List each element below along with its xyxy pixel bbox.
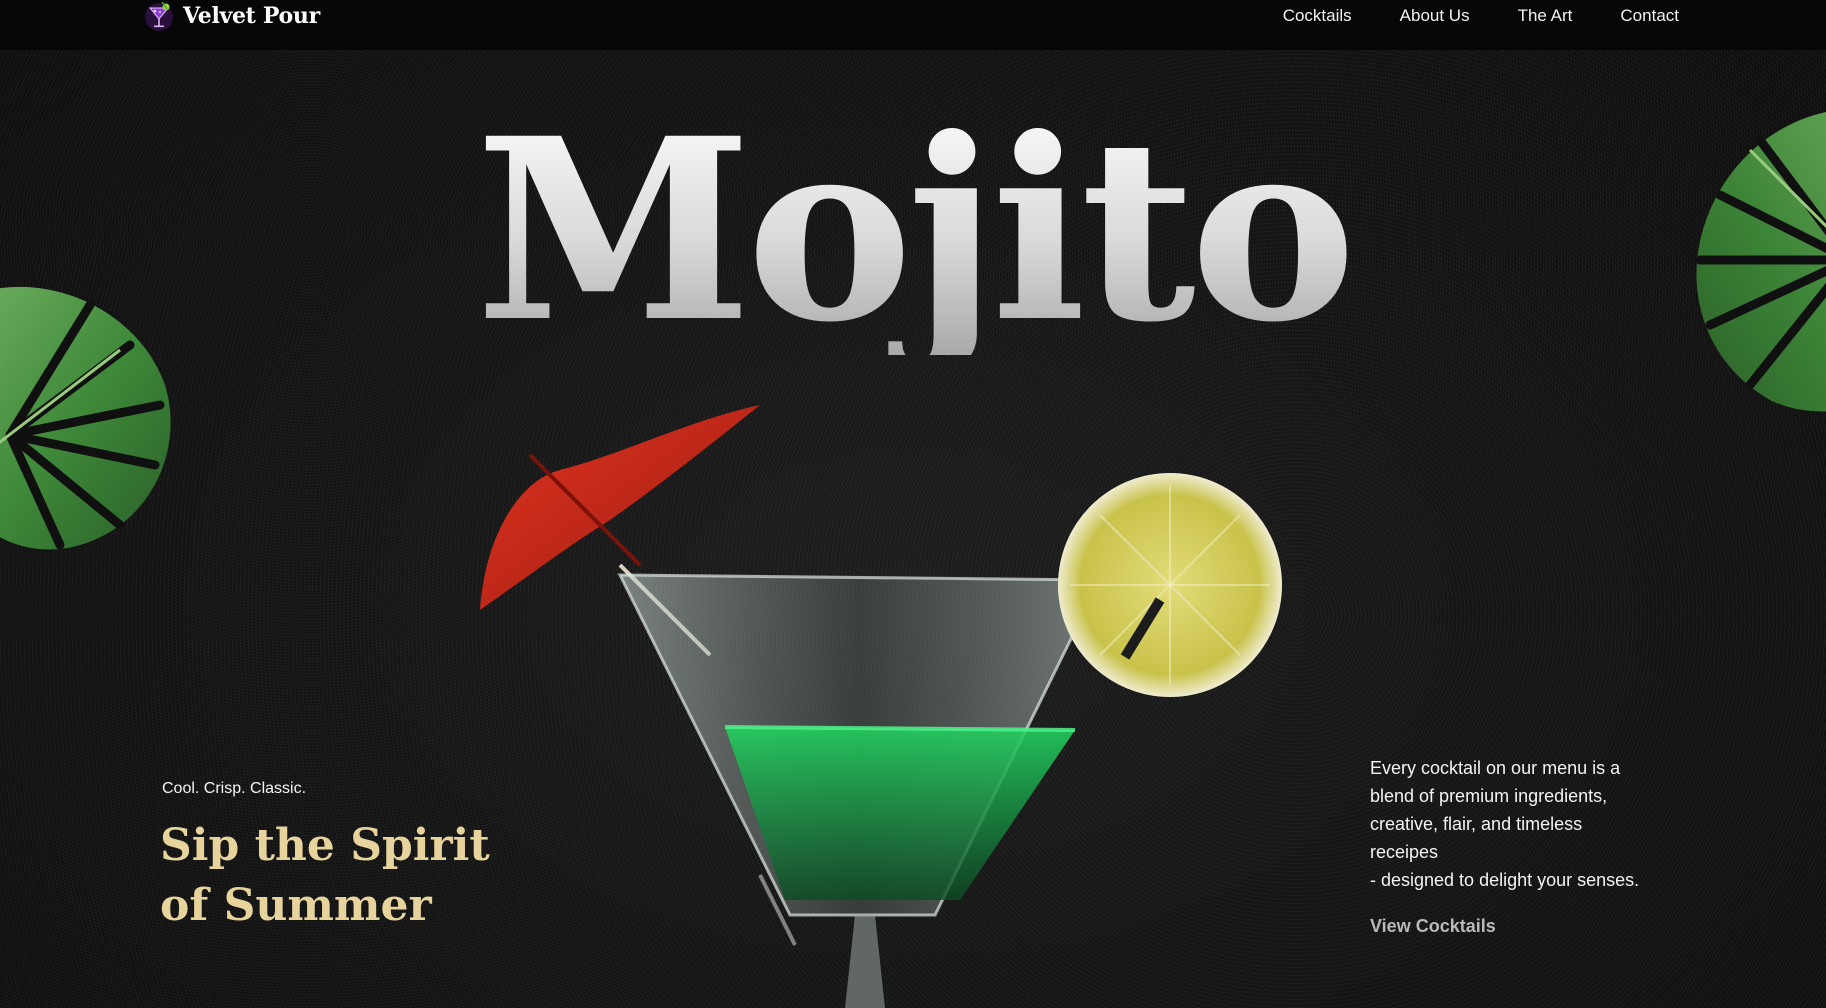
hero-tagline: Cool. Crisp. Classic.	[162, 780, 307, 797]
hero-description-line: blend of premium ingredients,	[1370, 786, 1608, 806]
hero-headline-line-2: of Summer	[160, 880, 432, 931]
hero-description-line: - designed to delight your senses.	[1370, 870, 1640, 890]
nav-menu: Cocktails About Us The Art Contact	[1283, 0, 1679, 32]
brand-logo[interactable]: Velvet Pour	[143, 0, 320, 32]
nav-link-cocktails[interactable]: Cocktails	[1283, 6, 1352, 26]
monstera-leaf-right-icon	[1695, 112, 1826, 412]
hero-headline: Sip the Spirit of Summer	[160, 816, 520, 936]
nav-link-the-art[interactable]: The Art	[1518, 6, 1573, 26]
mojito-cocktail-image	[480, 405, 1282, 1008]
monstera-leaf-left-icon	[0, 286, 171, 550]
view-cocktails-link[interactable]: View Cocktails	[1370, 916, 1496, 937]
hero-headline-line-1: Sip the Spirit	[160, 820, 490, 871]
brand-name: Velvet Pour	[183, 3, 320, 29]
cocktail-glass-icon	[145, 1, 173, 31]
nav-link-about-us[interactable]: About Us	[1400, 6, 1470, 26]
hero-description-line: receipes	[1370, 842, 1439, 862]
navbar: Velvet Pour Cocktails About Us The Art C…	[0, 0, 1826, 50]
hero-description-line: creative, flair, and timeless	[1370, 814, 1583, 834]
hero-description-line: Every cocktail on our menu is a	[1370, 758, 1621, 778]
nav-link-contact[interactable]: Contact	[1620, 6, 1679, 26]
hero-section: Velvet Pour Cocktails About Us The Art C…	[0, 0, 1826, 1008]
hero-title: Mojito	[0, 105, 1826, 355]
hero-description: Every cocktail on our menu is a blend of…	[1370, 754, 1670, 894]
